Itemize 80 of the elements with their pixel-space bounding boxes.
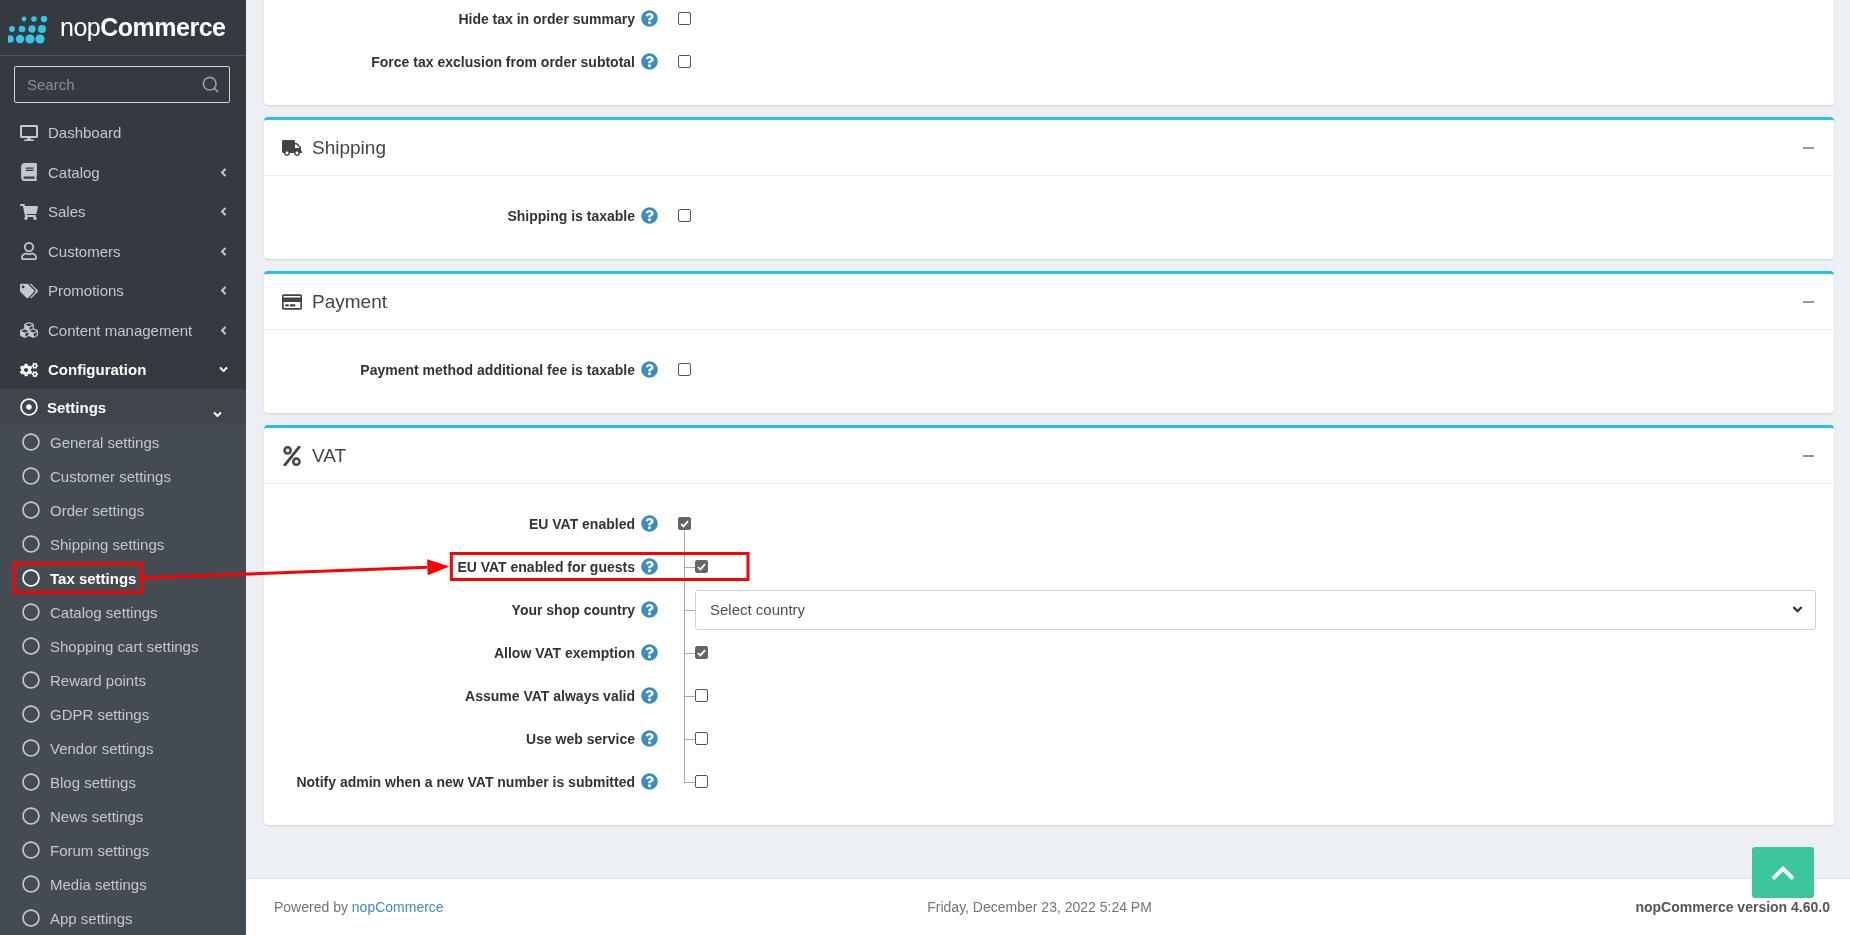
help-icon[interactable] (641, 515, 658, 532)
menu-item-icon (20, 242, 38, 261)
collapse-icon[interactable] (1803, 300, 1814, 303)
help-icon[interactable] (641, 601, 658, 618)
checkbox[interactable] (695, 732, 708, 745)
checkbox[interactable] (695, 775, 708, 788)
nopcommerce-link[interactable]: nopCommerce (351, 899, 444, 915)
setting-label: Hide tax in order summary (458, 10, 635, 27)
help-icon[interactable] (641, 558, 658, 575)
setting-label: EU VAT enabled for guests (457, 558, 635, 575)
menu-item[interactable]: Catalog (0, 152, 246, 192)
logo-text: nopCommerce (60, 13, 226, 43)
menu-item[interactable]: Dashboard (0, 112, 246, 153)
setting-label: Allow VAT exemption (493, 644, 635, 661)
help-icon[interactable] (641, 53, 658, 70)
setting-label: Assume VAT always valid (465, 687, 635, 704)
menu-item[interactable]: Media settings (12, 867, 155, 902)
menu-item-icon (20, 281, 38, 300)
menu-item[interactable]: Shipping settings (12, 527, 173, 562)
menu-item-icon (20, 321, 38, 340)
menu-item[interactable]: App settings (12, 901, 141, 935)
scroll-top-button[interactable] (1752, 847, 1814, 898)
menu-item[interactable]: Promotions (0, 270, 246, 311)
section-icon (282, 137, 302, 158)
section-title: VAT (312, 444, 348, 467)
checkbox[interactable] (695, 689, 708, 702)
section-title: Payment (312, 290, 388, 313)
section-icon (282, 291, 302, 312)
checkbox[interactable] (678, 363, 691, 376)
menu-item[interactable]: Shopping cart settings (12, 629, 207, 664)
setting-label: Force tax exclusion from order subtotal (371, 53, 635, 70)
menu-item[interactable]: GDPR settings (12, 697, 158, 732)
help-icon[interactable] (641, 730, 658, 747)
menu-item-icon (20, 202, 38, 221)
checkbox[interactable] (695, 560, 708, 573)
help-icon[interactable] (641, 10, 658, 27)
section-icon (282, 445, 302, 466)
help-icon[interactable] (641, 687, 658, 704)
checkbox[interactable] (678, 517, 691, 530)
version-text: nopCommerce version 4.60.0 (1635, 899, 1830, 915)
menu-item[interactable]: Order settings (12, 493, 153, 528)
collapse-icon[interactable] (1803, 454, 1814, 457)
menu-item[interactable]: Content management (0, 310, 246, 350)
menu-item[interactable]: Blog settings (12, 765, 144, 800)
help-icon[interactable] (641, 644, 658, 661)
menu-item[interactable]: Vendor settings (12, 731, 162, 766)
setting-label: Your shop country (511, 601, 635, 618)
help-icon[interactable] (641, 773, 658, 790)
menu-item[interactable]: Forum settings (12, 833, 158, 868)
help-icon[interactable] (641, 361, 658, 378)
menu-item[interactable]: Catalog settings (12, 595, 166, 630)
checkbox[interactable] (678, 209, 691, 222)
checkbox[interactable] (678, 55, 691, 68)
menu-item[interactable]: Tax settings (12, 561, 145, 596)
country-select[interactable]: Select country (695, 589, 1816, 630)
menu-item[interactable]: Reward points (12, 663, 154, 698)
powered-by-text: Powered by nopCommerce (274, 899, 444, 915)
checkbox[interactable] (695, 646, 708, 659)
help-icon[interactable] (641, 207, 658, 224)
setting-label: Payment method additional fee is taxable (360, 361, 635, 378)
menu-item[interactable]: Sales (0, 191, 246, 232)
search-icon[interactable] (201, 75, 220, 95)
section-title: Shipping (312, 136, 387, 159)
setting-label: Use web service (526, 730, 635, 747)
menu-item[interactable]: Customer settings (12, 459, 179, 494)
menu-item[interactable]: News settings (12, 799, 152, 834)
menu-item[interactable]: Settings (0, 389, 246, 426)
menu-item[interactable]: Configuration (0, 349, 246, 390)
setting-label: Shipping is taxable (507, 207, 635, 224)
search-field[interactable]: Search (14, 66, 230, 103)
menu-item[interactable]: Customers (0, 231, 246, 271)
menu-item-icon (20, 163, 38, 182)
checkbox[interactable] (678, 12, 691, 25)
date-text: Friday, December 23, 2022 5:24 PM (927, 899, 1152, 915)
setting-label: EU VAT enabled (528, 515, 635, 532)
menu-item-icon (20, 360, 38, 379)
collapse-icon[interactable] (1803, 146, 1814, 149)
menu-item-icon (20, 123, 38, 142)
setting-label: Notify admin when a new VAT number is submitted (296, 773, 635, 790)
menu-item[interactable]: General settings (12, 425, 168, 460)
